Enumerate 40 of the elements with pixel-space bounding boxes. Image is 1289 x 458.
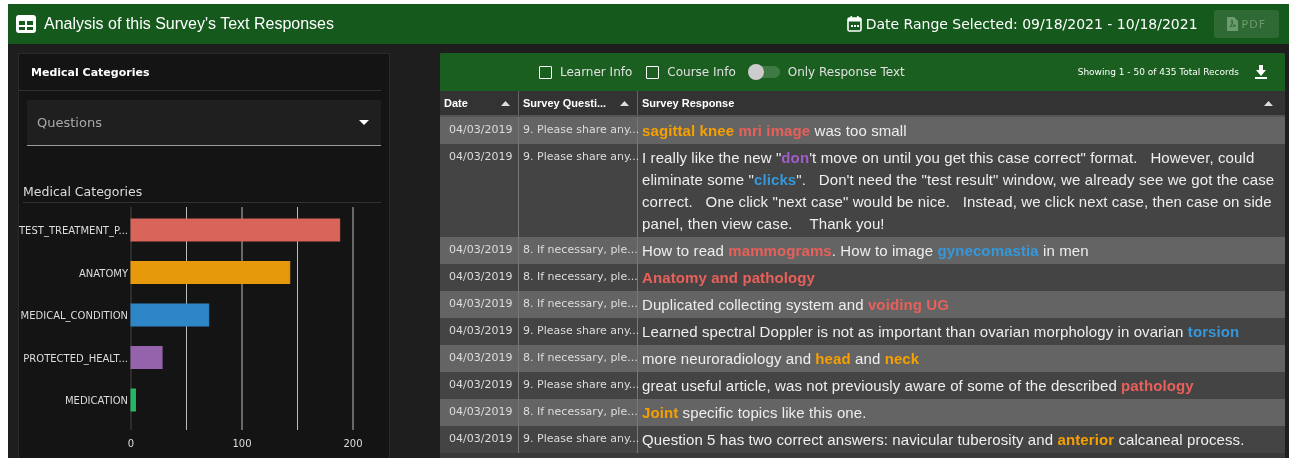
column-header[interactable]: Date [440,91,519,115]
page-title: Analysis of this Survey's Text Responses [44,15,334,33]
records-count: Showing 1 - 50 of 435 Total Records [1077,67,1239,77]
question-cell: 9. Please share any... [519,426,638,453]
download-icon[interactable] [1255,65,1267,79]
category-label: PROTECTED_HEALT... [23,352,128,364]
response-cell-text: sagittal knee mri image was too small [641,121,908,141]
response-cell-text: Question 5 has two correct answers: navicular tuberosity and anterior calcaneal process. [641,430,1246,450]
category-label: TEST_TREATMENT_P... [19,225,128,236]
response-cell-text: Learned spectral Doppler is not as important than ovarian morphology in ovarian torsion [641,322,1241,342]
checkbox[interactable]: Learner Info [538,65,633,79]
category-label: MEDICAL_CONDITION [20,310,128,321]
sort-icon [501,100,510,106]
date-range: Date Range Selected: 09/18/2021 - 10/18/2021 [865,16,1198,32]
caret-icon [359,120,369,125]
axis-tick-label: 200 [343,438,363,449]
date-cell: 04/03/2019 [440,426,519,453]
questions-dropdown[interactable]: Questions [27,100,381,146]
response-cell-text: great useful article, was not previously aware of some of the described pathology [641,376,1195,396]
column-header[interactable]: Survey Questi... [519,91,638,115]
panel-title: Medical Categories [19,54,381,91]
table-icon [16,15,36,33]
response-cell-text: I really like the new "don't move on until you get this case correct" format. However, could eliminate some "clicks". Don't need the "test result" window, we already see we got the case correct. One click "next case" would be nice. Instead, we click next case, then case on side panel, then view case. Thank you! [641,148,1276,234]
response-cell-text: Joint specific topics like this one. [641,403,868,423]
axis-tick-label: 0 [127,438,135,449]
sort-icon [620,100,629,106]
response-cell-text: Anatomy and pathology [641,268,816,288]
response-cell-text: How to read mammograms. How to image gynecomastia in men [641,241,1090,261]
response-cell-text: more neuroradiology and head and neck [641,349,921,369]
sort-icon [1264,100,1273,106]
column-header[interactable]: Survey Response [638,91,1285,115]
category-label: MEDICATION [64,395,128,406]
chart-title: Medical Categories [23,184,381,203]
category-label: ANATOMY [78,267,128,279]
pdf-file-icon [1226,17,1238,31]
toggle-switch[interactable]: Only Response Text [749,65,905,79]
calendar-icon [846,16,862,32]
checkbox[interactable]: Course Info [646,65,736,79]
response-cell-text: Duplicated collecting system and voiding UG [641,295,950,315]
axis-tick-label: 100 [232,438,252,449]
